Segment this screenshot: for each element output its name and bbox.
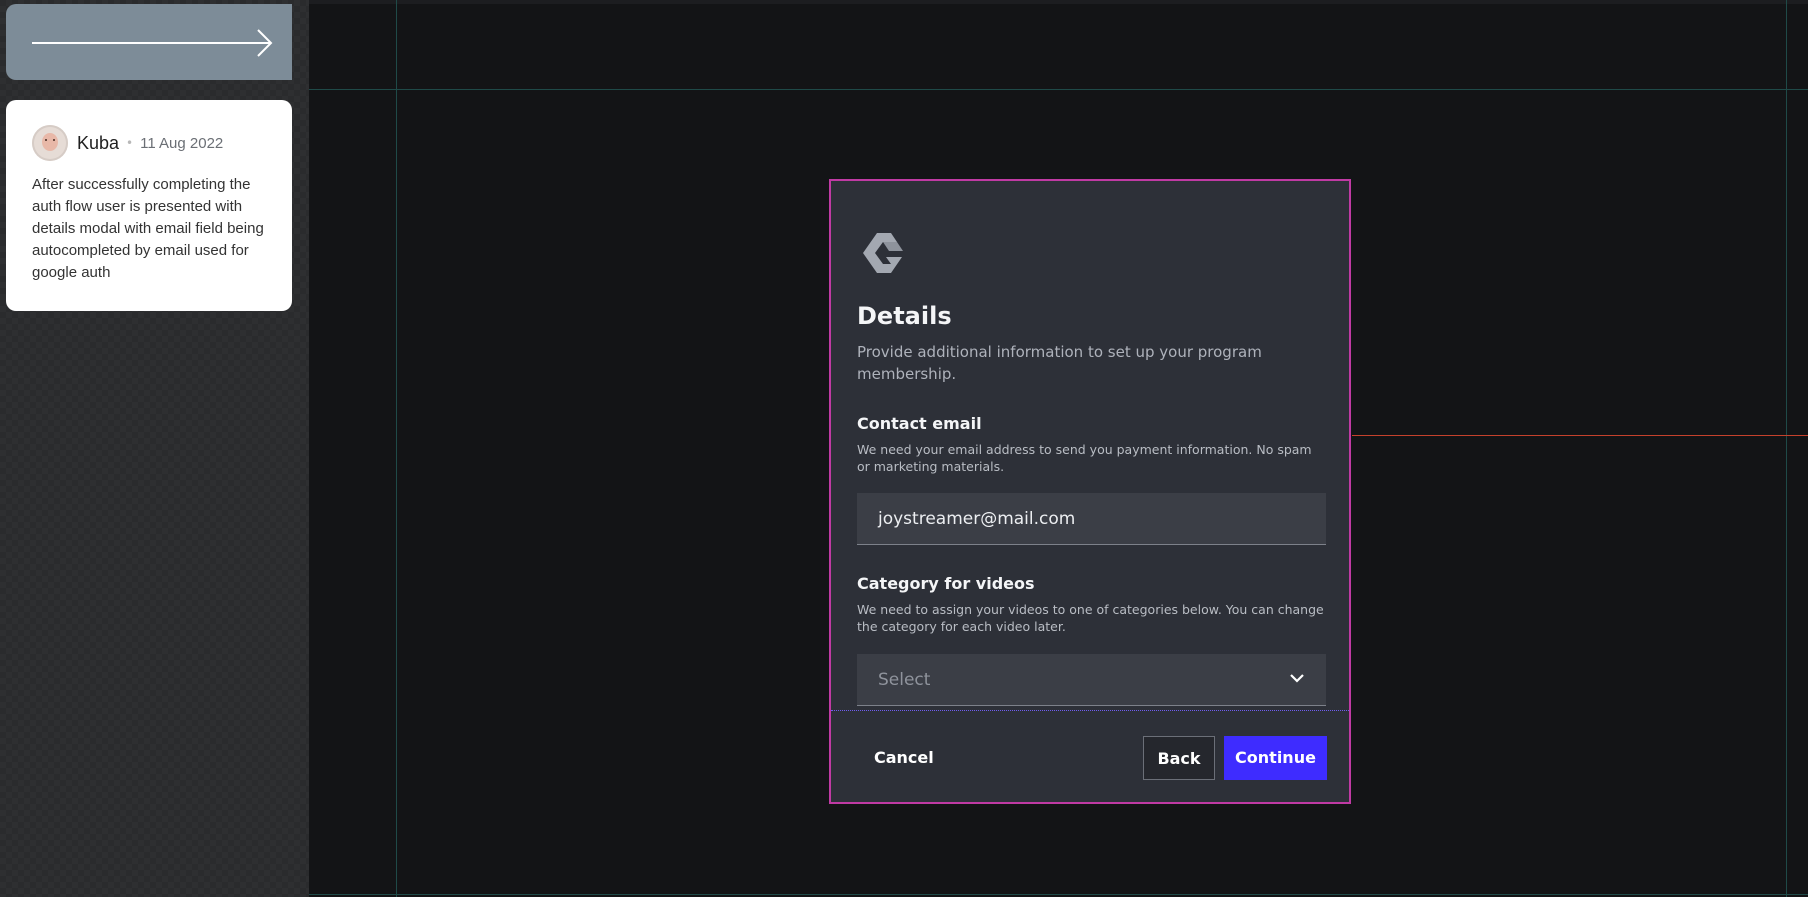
chevron-down-icon xyxy=(1290,674,1304,683)
cancel-button[interactable]: Cancel xyxy=(857,736,953,780)
comment-date: 11 Aug 2022 xyxy=(140,134,224,152)
avatar xyxy=(32,125,68,161)
layout-guide-horizontal xyxy=(309,89,1808,90)
email-value: joystreamer@mail.com xyxy=(878,509,1076,529)
layout-guide-horizontal xyxy=(309,894,1808,895)
category-placeholder: Select xyxy=(878,670,931,690)
comment-card[interactable]: Kuba • 11 Aug 2022 After successfully co… xyxy=(6,100,292,311)
comment-author: Kuba xyxy=(77,132,120,153)
email-field[interactable]: joystreamer@mail.com xyxy=(857,493,1326,545)
category-select[interactable]: Select xyxy=(857,654,1326,706)
back-button[interactable]: Back xyxy=(1143,736,1215,780)
modal-description: Provide additional information to set up… xyxy=(857,343,1262,383)
category-label: Category for videos xyxy=(857,574,1035,593)
layout-guide-vertical xyxy=(396,0,397,897)
collapse-panel-button[interactable] xyxy=(6,4,292,80)
joystream-logo-icon xyxy=(863,233,903,273)
canvas-top-edge xyxy=(309,0,1808,4)
layout-guide-vertical xyxy=(1786,0,1787,897)
arrow-right-icon xyxy=(32,29,273,57)
email-label: Contact email xyxy=(857,414,982,433)
details-modal: Details Provide additional information t… xyxy=(829,179,1351,804)
comments-panel: Kuba • 11 Aug 2022 After successfully co… xyxy=(0,0,309,897)
measure-line xyxy=(1352,435,1808,436)
comment-header: Kuba • 11 Aug 2022 xyxy=(32,124,266,162)
separator-dot: • xyxy=(126,136,134,150)
continue-button[interactable]: Continue xyxy=(1224,736,1327,780)
email-help-text: We need your email address to send you p… xyxy=(857,442,1312,474)
modal-title: Details xyxy=(857,302,952,330)
category-help-text: We need to assign your videos to one of … xyxy=(857,602,1324,634)
footer-divider xyxy=(831,710,1349,711)
comment-text: After successfully completing the auth f… xyxy=(32,176,264,281)
